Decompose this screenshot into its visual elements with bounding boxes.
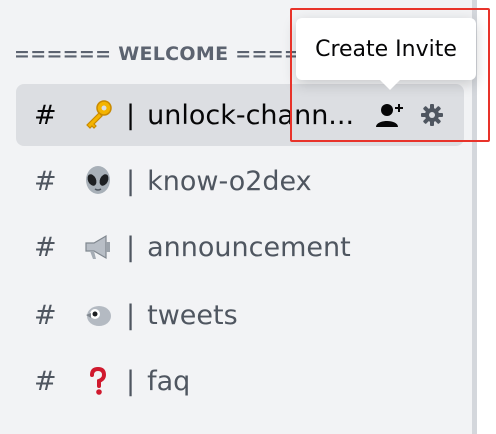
- hash-icon: #: [34, 165, 57, 197]
- channel-faq[interactable]: # | faq: [16, 350, 464, 412]
- channel-name: faq: [147, 365, 191, 397]
- create-invite-tooltip: Create Invite: [296, 18, 476, 80]
- category-welcome[interactable]: ====== WELCOME ======: [8, 40, 298, 68]
- channel-separator: |: [126, 99, 136, 131]
- channel-unlock[interactable]: # | unlock-chann...: [16, 84, 464, 146]
- category-label: ====== WELCOME ======: [14, 43, 298, 65]
- alien-icon: [78, 161, 118, 201]
- channel-separator: |: [126, 365, 136, 397]
- key-icon: [78, 95, 118, 135]
- add-user-icon[interactable]: [376, 102, 406, 128]
- gear-icon[interactable]: [420, 103, 444, 127]
- question-icon: [78, 361, 118, 401]
- channel-tweets[interactable]: # | tweets: [16, 284, 464, 346]
- channel-name: tweets: [147, 299, 238, 331]
- channel-know-o2dex[interactable]: # | know-o2dex: [16, 150, 464, 212]
- channel-name: unlock-chann...: [147, 99, 355, 131]
- megaphone-icon: [78, 227, 118, 267]
- channel-name: announcement: [147, 231, 351, 263]
- bird-icon: [78, 295, 118, 335]
- hash-icon: #: [34, 299, 57, 331]
- tooltip-label: Create Invite: [315, 36, 457, 62]
- channel-announcement[interactable]: # | announcement: [16, 216, 464, 278]
- hash-icon: #: [34, 231, 57, 263]
- channel-separator: |: [126, 299, 136, 331]
- hash-icon: #: [34, 365, 57, 397]
- channel-separator: |: [126, 231, 136, 263]
- tooltip-arrow: [380, 80, 400, 90]
- hash-icon: #: [34, 99, 57, 131]
- channel-separator: |: [126, 165, 136, 197]
- channel-name: know-o2dex: [147, 165, 312, 197]
- main-panel-edge: [477, 0, 496, 434]
